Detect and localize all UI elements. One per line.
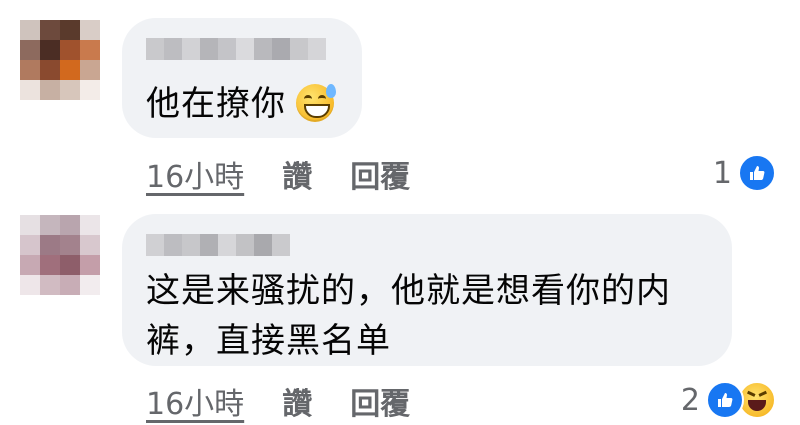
reaction-summary[interactable]: 2 (681, 380, 776, 420)
comment-actions: 16小時 讚 回覆 (146, 379, 448, 423)
comment-text: 他在撩你 (146, 84, 286, 124)
reply-button[interactable]: 回覆 (350, 379, 410, 423)
comment-actions: 16小時 讚 回覆 (146, 152, 448, 196)
reaction-summary[interactable]: 1 (713, 153, 776, 193)
comment-text: 这是来骚扰的，他就是想看你的内裤，直接黑名单 (146, 271, 671, 361)
commenter-name-blurred[interactable] (146, 38, 326, 60)
reaction-count: 2 (680, 382, 700, 418)
like-icon (706, 381, 744, 419)
commenter-avatar[interactable] (20, 20, 100, 100)
like-button[interactable]: 讚 (282, 379, 312, 423)
commenter-avatar[interactable] (20, 215, 100, 295)
like-icon (738, 154, 776, 192)
comment-timestamp[interactable]: 16小時 (146, 152, 244, 196)
reply-button[interactable]: 回覆 (350, 152, 410, 196)
comment-timestamp[interactable]: 16小時 (146, 379, 244, 423)
reaction-count: 1 (712, 155, 732, 191)
like-button[interactable]: 讚 (282, 152, 312, 196)
commenter-name-blurred[interactable] (146, 234, 290, 256)
sweat-smile-emoji (296, 84, 336, 122)
